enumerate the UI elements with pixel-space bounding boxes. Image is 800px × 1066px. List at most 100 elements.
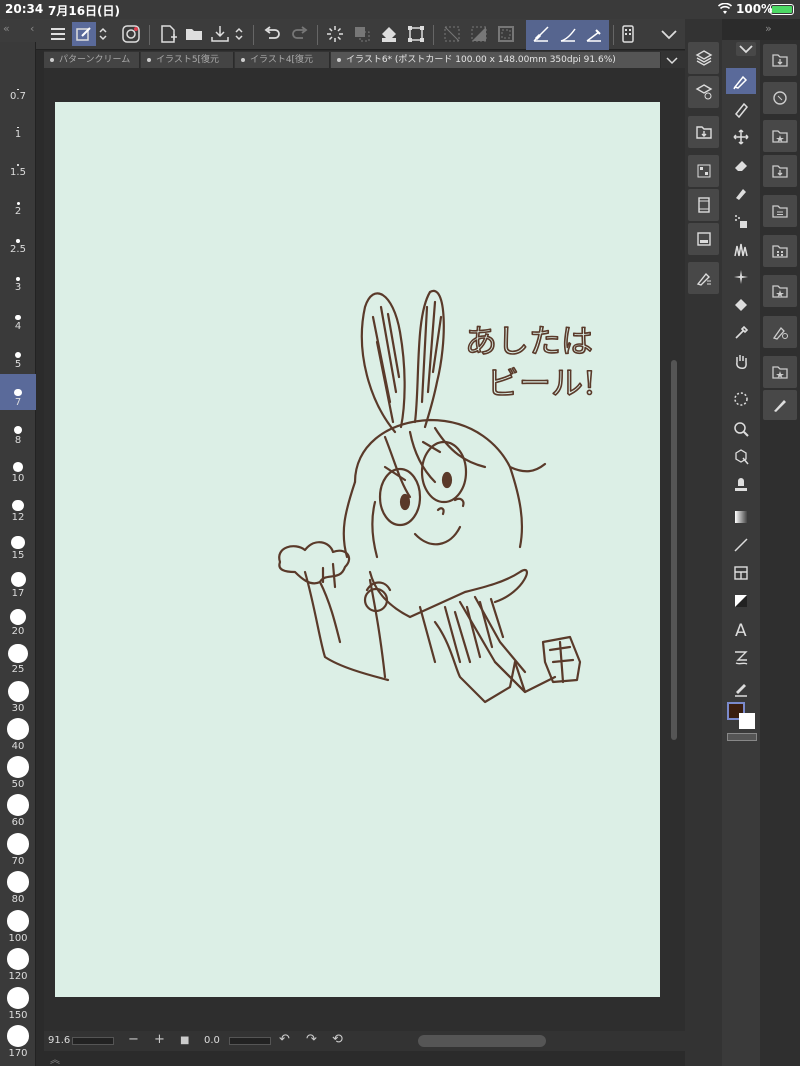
snap-grid-button[interactable] [582,22,606,46]
save-button[interactable] [208,22,232,46]
move-tool-button[interactable] [726,124,756,150]
fill-button[interactable] [377,22,401,46]
fill-tool-button[interactable] [726,292,756,318]
page-manager-button[interactable] [688,223,719,255]
zoom-tool-button[interactable] [726,416,756,442]
new-file-button[interactable] [156,22,180,46]
rotate-left-icon[interactable]: ↶ [279,1032,290,1047]
tab-pattern-cream[interactable]: パターンクリーム [44,52,140,68]
line-tool-button[interactable] [726,532,756,558]
hand-tool-button[interactable] [726,348,756,374]
fill-edge-tool-button[interactable] [726,588,756,614]
canvas-horizontal-scrollbar[interactable] [418,1035,546,1047]
gradient-tool-button[interactable] [726,504,756,530]
brush-size-1[interactable]: 1 [0,106,36,142]
text-tool-button[interactable]: A [726,616,756,642]
brush-size-7[interactable]: 7 [0,374,36,410]
zoom-out-icon[interactable]: − [128,1032,139,1047]
brush-size-15[interactable]: 15 [0,527,36,563]
favorite-folder-button[interactable] [763,275,797,307]
brush-size-2.5[interactable]: 2.5 [0,221,36,257]
material-import-button[interactable] [763,44,797,76]
sub-tool-settings-button[interactable] [763,316,797,348]
redo-button[interactable] [288,22,312,46]
selection-deselect-button[interactable] [440,22,464,46]
tool-property-button[interactable] [688,262,719,294]
tab-list-button[interactable] [664,53,680,67]
menu-button[interactable] [46,22,70,46]
collapse-left-inner-icon[interactable]: ‹ [30,22,34,35]
device-settings-button[interactable] [616,22,640,46]
object-tool-button[interactable] [726,444,756,470]
canvas-vertical-scrollbar[interactable] [671,360,677,740]
rotate-right-icon[interactable]: ↷ [306,1032,317,1047]
selection-border-button[interactable] [494,22,518,46]
brush-size-8[interactable]: 8 [0,412,36,448]
rotation-value[interactable]: 0.0 [204,1035,220,1046]
brush-size-20[interactable]: 20 [0,603,36,639]
edit-mode-switch[interactable] [96,22,110,46]
material-palette-button[interactable] [688,116,719,148]
decoration-tool-button[interactable] [726,236,756,262]
correct-line-tool-button[interactable] [726,676,756,702]
eyedropper-tool-button[interactable] [726,320,756,346]
zoom-value[interactable]: 91.6 [48,1035,70,1046]
brush-size-100[interactable]: 100 [0,910,36,946]
brush-size-80[interactable]: 80 [0,871,36,907]
brush-size-1.5[interactable]: 1.5 [0,144,36,180]
brush-size-120[interactable]: 120 [0,948,36,984]
animation-button[interactable] [688,189,719,221]
favorite-material-button[interactable] [763,120,797,152]
brush-size-25[interactable]: 25 [0,641,36,677]
tab-illust5[interactable]: イラスト5[復元 [141,52,234,68]
brush-size-10[interactable]: 10 [0,450,36,486]
brush-size-0.7[interactable]: 0.7 [0,68,36,104]
tab-illust6[interactable]: イラスト6* (ポストカード 100.00 x 148.00mm 350dpi … [331,52,661,68]
layer-property-button[interactable] [688,76,719,108]
layer-palette-button[interactable] [688,42,719,74]
brush-size-3[interactable]: 3 [0,259,36,295]
brush-size-60[interactable]: 60 [0,794,36,830]
frame-tool-button[interactable] [726,560,756,586]
snap-special-ruler-button[interactable] [556,22,580,46]
brush-size-70[interactable]: 70 [0,833,36,869]
ink-pen-tool-button[interactable] [726,180,756,206]
transform-button[interactable] [404,22,428,46]
brush-size-150[interactable]: 150 [0,987,36,1023]
brush-size-30[interactable]: 30 [0,680,36,716]
lasso-tool-button[interactable] [726,386,756,412]
material-list-button[interactable] [763,195,797,227]
material-grid-button[interactable] [763,235,797,267]
brush-size-4[interactable]: 4 [0,298,36,334]
brush-size-17[interactable]: 17 [0,565,36,601]
brush-size-170[interactable]: 170 [0,1025,36,1061]
starred-subtool-button[interactable] [763,356,797,388]
clear-button[interactable] [323,22,347,46]
eraser-tool-button[interactable] [726,152,756,178]
sub-color-swatch[interactable] [739,713,755,729]
transparent-color-toggle[interactable] [727,733,757,741]
brush-size-5[interactable]: 5 [0,336,36,372]
tool-palette-menu[interactable] [736,42,756,56]
snap-ruler-button[interactable] [529,22,553,46]
logo-button[interactable] [119,22,143,46]
pencil-tool-button[interactable] [726,96,756,122]
drawing-canvas[interactable]: あしたは ビール! [55,102,660,997]
pen-tool-button[interactable] [726,68,756,94]
open-file-button[interactable] [182,22,206,46]
sparkle-tool-button[interactable] [726,264,756,290]
brush-size-12[interactable]: 12 [0,489,36,525]
downloaded-material-button[interactable] [763,155,797,187]
balloon-tool-button[interactable] [726,644,756,670]
brush-size-50[interactable]: 50 [0,756,36,792]
brush-quick-button[interactable] [763,390,797,420]
expand-up-icon[interactable]: ︽ [50,1051,60,1066]
zoom-in-icon[interactable]: + [154,1032,165,1047]
airbrush-tool-button[interactable] [726,208,756,234]
search-material-button[interactable] [763,82,797,114]
zoom-slider[interactable] [72,1037,114,1045]
reset-rotation-icon[interactable]: ⟲ [332,1032,343,1047]
clear-outside-button[interactable] [350,22,374,46]
rotation-slider[interactable] [229,1037,271,1045]
save-switch[interactable] [232,22,246,46]
